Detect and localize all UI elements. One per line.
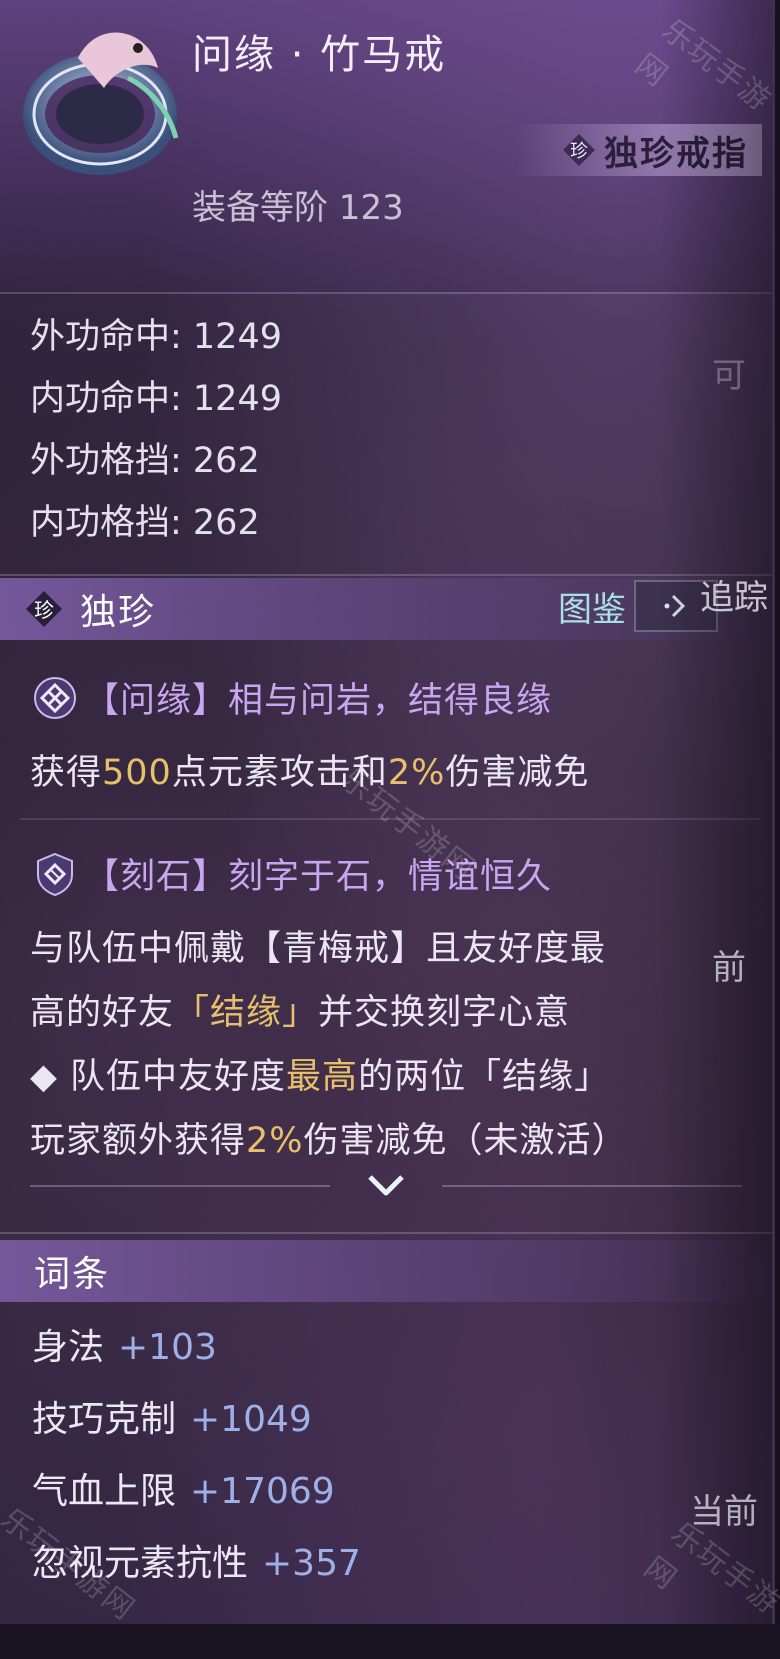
effect-2-line-4-c: 伤害减免（未激活） — [303, 1121, 628, 1161]
affix-divider — [0, 1232, 772, 1234]
effect-1-text-a: 获得 — [30, 753, 103, 793]
bg-partial-text-1: 可 — [712, 356, 746, 396]
effect-2-line-4-b: 2% — [246, 1121, 304, 1161]
effect-2-line-3-c: 的两位「结缘」 — [358, 1057, 611, 1097]
stat-row: 内功格挡: 262 — [30, 503, 260, 543]
bg-partial-text-2: 追踪 — [700, 578, 768, 618]
affix-name: 技巧克制 — [32, 1399, 177, 1440]
affix-value: +357 — [262, 1543, 361, 1584]
effect-1-value-a: 500 — [102, 753, 172, 793]
ring-icon — [23, 32, 179, 175]
affix-name: 气血上限 — [32, 1471, 177, 1512]
unique-section-title: 独珍 — [80, 592, 157, 633]
effect-1-title: 【问缘】相与问岩，结得良缘 — [84, 681, 553, 721]
stat-row: 外功命中: 1249 — [30, 317, 282, 357]
stats-divider — [0, 574, 772, 576]
shield-icon — [37, 852, 73, 896]
treasure-gem-icon: 珍 — [563, 134, 595, 166]
affix-row: 身法 +103 — [32, 1312, 361, 1384]
effect-2-line-2: 高的好友「结缘」并交换刻字心意 — [30, 984, 570, 1035]
effect-2-line-3-a: ◆ 队伍中友好度 — [30, 1057, 287, 1097]
affix-name: 身法 — [32, 1327, 105, 1368]
effect-2-line-4-a: 玩家额外获得 — [30, 1121, 247, 1161]
expand-line-left — [30, 1185, 330, 1187]
unique-gem-text: 珍 — [34, 598, 54, 622]
header-divider — [0, 292, 772, 294]
effect-2-line-2-b: 「结缘」 — [174, 993, 319, 1033]
effect-2-line-1: 与队伍中佩戴【青梅戒】且友好度最 — [30, 929, 607, 969]
effect-2-line-4: 玩家额外获得2%伤害减免（未激活） — [30, 1112, 628, 1163]
affix-section-bar: 词条 — [0, 1240, 772, 1302]
effect-2-line-3: ◆ 队伍中友好度最高的两位「结缘」 — [30, 1048, 610, 1099]
atlas-label: 图鉴 — [558, 589, 626, 630]
rarity-gem-text: 珍 — [570, 141, 588, 162]
equip-level: 装备等阶 123 — [192, 188, 404, 228]
stat-row: 外功格挡: 262 — [30, 441, 260, 481]
base-stats: 外功命中: 1249 内功命中: 1249 外功格挡: 262 内功格挡: 26… — [30, 306, 282, 554]
affix-row: 气血上限 +17069 — [32, 1456, 361, 1528]
item-name: 问缘 · 竹马戒 — [192, 32, 447, 78]
stat-row: 内功命中: 1249 — [30, 379, 282, 419]
diamond-knot-icon — [34, 676, 76, 719]
affix-row: 技巧克制 +1049 — [32, 1384, 361, 1456]
effect-1-header: 【问缘】相与问岩，结得良缘 — [32, 672, 552, 723]
atlas-link[interactable]: 图鉴 — [558, 578, 718, 634]
expand-line-right — [442, 1185, 742, 1187]
effect-1-desc: 获得500点元素攻击和2%伤害减免 — [30, 744, 589, 795]
chevron-down-icon[interactable] — [364, 1171, 408, 1201]
effect-2-line-3-b: 最高 — [286, 1057, 359, 1097]
bg-partial-text-3: 前 — [712, 948, 746, 988]
arrow-right-icon — [664, 594, 686, 618]
effect-2-line-2-c: 并交换刻字心意 — [318, 993, 571, 1033]
affix-value: +17069 — [190, 1471, 335, 1512]
affix-value: +1049 — [190, 1399, 312, 1440]
affix-section-title: 词条 — [34, 1254, 111, 1295]
effect-2-line-2-a: 高的好友 — [30, 993, 175, 1033]
expand-toggle[interactable] — [0, 1164, 772, 1208]
treasure-gem-icon: 珍 — [26, 591, 62, 627]
effect-1-text-c: 伤害减免 — [445, 753, 590, 793]
affix-value: +103 — [118, 1327, 217, 1368]
